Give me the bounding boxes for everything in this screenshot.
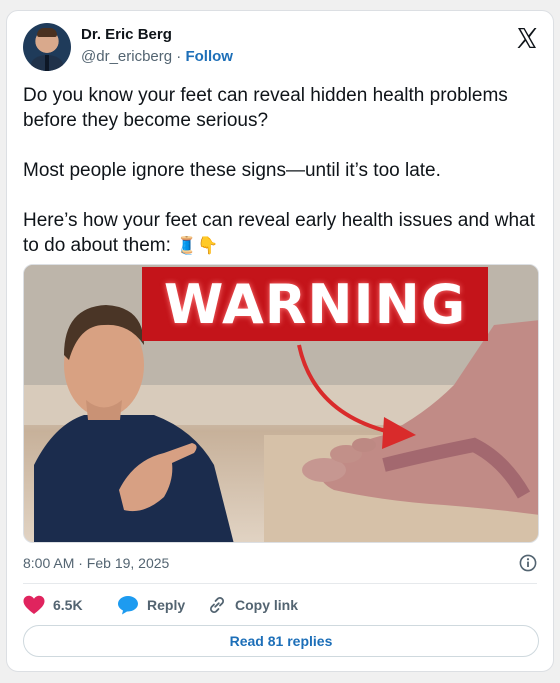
like-button[interactable]: 6.5K — [23, 595, 83, 615]
reply-label: Reply — [147, 597, 186, 613]
like-count: 6.5K — [53, 597, 83, 613]
read-replies-button[interactable]: Read 81 replies — [23, 625, 539, 657]
tweet-timestamp[interactable]: 8:00 AM · Feb 19, 2025 — [23, 555, 169, 571]
tweet-body: Do you know your feet can reveal hidden … — [23, 85, 535, 256]
link-icon — [210, 597, 224, 613]
copy-link-button[interactable]: Copy link — [207, 595, 298, 615]
tweet-card: Dr. Eric Berg @dr_ericberg · Follow Do y… — [6, 10, 554, 672]
reply-button[interactable]: Reply — [117, 595, 185, 615]
action-bar: 6.5K Reply Copy link — [23, 595, 539, 617]
copy-link-label: Copy link — [235, 597, 299, 613]
warning-text: WARNING — [163, 272, 467, 336]
speech-bubble-icon — [118, 596, 138, 615]
x-logo-icon[interactable] — [515, 26, 539, 50]
warning-banner: WARNING — [142, 267, 488, 341]
thread-pointing-emoji: 🧵👇 — [176, 236, 219, 255]
avatar[interactable] — [23, 23, 71, 71]
divider — [23, 583, 537, 584]
author-handle-row: @dr_ericberg · Follow — [81, 48, 233, 65]
author-handle[interactable]: @dr_ericberg — [81, 48, 172, 65]
tweet-text: Do you know your feet can reveal hidden … — [23, 83, 539, 258]
follow-button[interactable]: Follow — [185, 48, 233, 65]
separator-dot: · — [176, 48, 182, 65]
tweet-header: Dr. Eric Berg @dr_ericberg · Follow — [23, 23, 539, 71]
heart-icon — [23, 595, 45, 614]
author-name[interactable]: Dr. Eric Berg — [81, 26, 172, 43]
info-icon[interactable] — [519, 554, 537, 572]
tweet-media-image[interactable]: WARNING — [23, 264, 539, 543]
